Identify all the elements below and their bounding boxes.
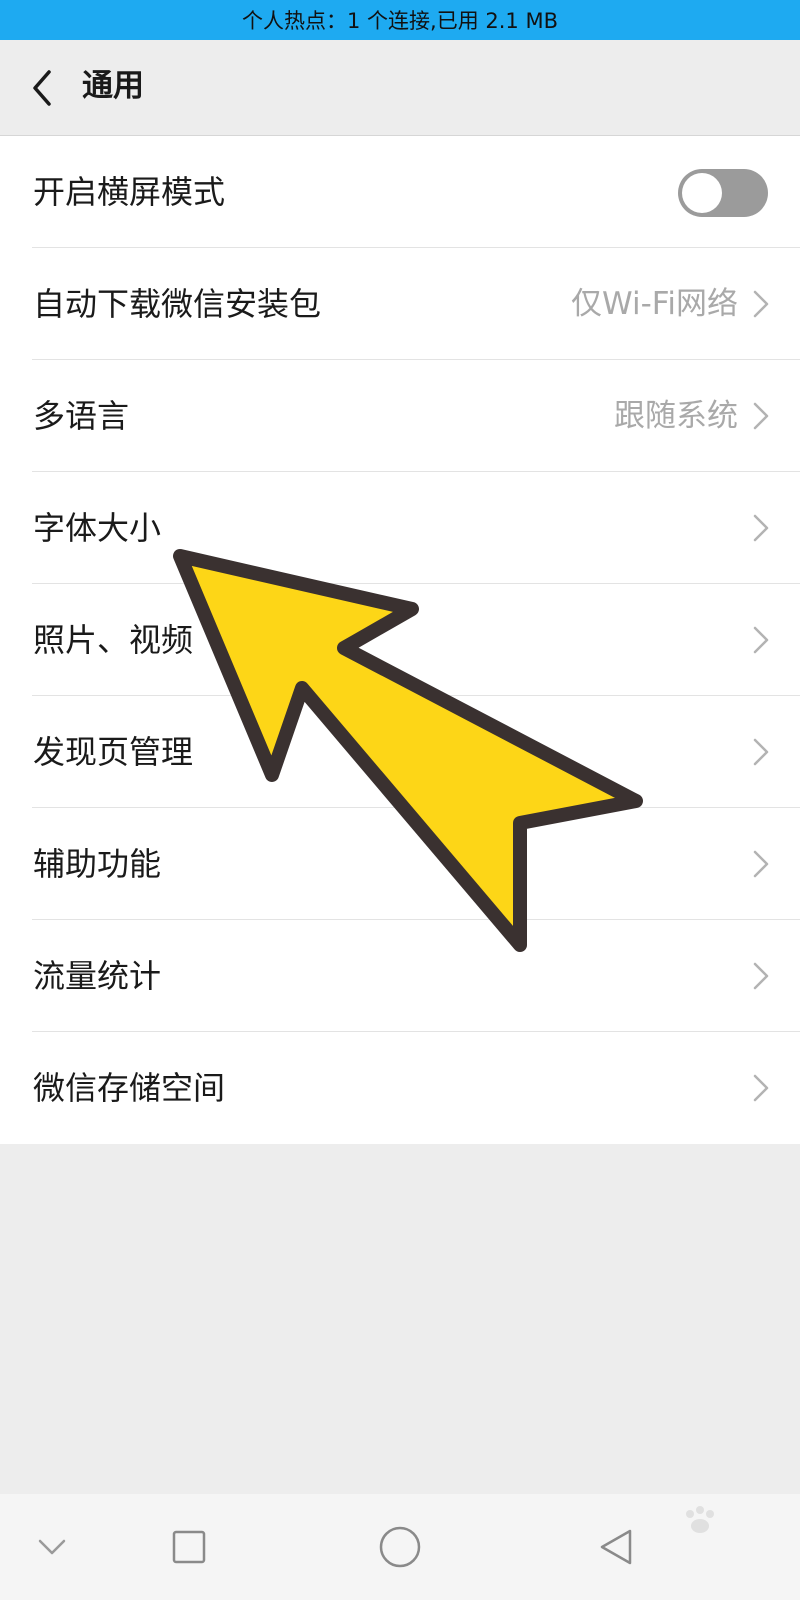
status-bar: 个人热点：1 个连接,已用 2.1 MB <box>0 0 800 40</box>
setting-label: 流量统计 <box>33 957 162 995</box>
setting-row-landscape: 开启横屏模式 <box>0 136 800 248</box>
chevron-right-icon <box>753 626 769 654</box>
setting-row-font-size[interactable]: 字体大小 <box>0 472 800 584</box>
setting-row-language[interactable]: 多语言 跟随系统 <box>0 360 800 472</box>
header: 通用 <box>0 40 800 136</box>
setting-row-auto-download[interactable]: 自动下载微信安装包 仅Wi-Fi网络 <box>0 248 800 360</box>
setting-row-photos-videos[interactable]: 照片、视频 <box>0 584 800 696</box>
status-bar-text: 个人热点：1 个连接,已用 2.1 MB <box>242 9 558 33</box>
setting-label: 开启横屏模式 <box>33 173 226 211</box>
setting-row-storage[interactable]: 微信存储空间 <box>0 1032 800 1144</box>
setting-label: 自动下载微信安装包 <box>33 285 322 323</box>
setting-value: 仅Wi-Fi网络 <box>571 286 738 322</box>
setting-row-accessibility[interactable]: 辅助功能 <box>0 808 800 920</box>
circle-icon <box>379 1526 421 1568</box>
back-button[interactable] <box>22 64 62 112</box>
baidu-jingyan-logo-icon <box>686 1506 714 1533</box>
chevron-left-icon <box>33 70 51 106</box>
setting-row-data-usage[interactable]: 流量统计 <box>0 920 800 1032</box>
nav-recents-button[interactable] <box>161 1519 217 1575</box>
settings-list: 开启横屏模式 自动下载微信安装包 仅Wi-Fi网络 多语言 跟随系统 字体大小 … <box>0 136 800 1144</box>
setting-label: 微信存储空间 <box>33 1069 226 1107</box>
chevron-down-icon <box>38 1539 66 1555</box>
page-title: 通用 <box>82 68 144 104</box>
chevron-right-icon <box>753 402 769 430</box>
square-icon <box>172 1530 206 1564</box>
nav-home-button[interactable] <box>372 1519 428 1575</box>
setting-label: 字体大小 <box>33 509 162 547</box>
setting-value: 跟随系统 <box>614 398 738 434</box>
chevron-right-icon <box>753 962 769 990</box>
setting-label: 辅助功能 <box>33 845 162 883</box>
toggle-knob <box>682 173 722 213</box>
chevron-right-icon <box>753 514 769 542</box>
nav-back-button[interactable] <box>588 1519 644 1575</box>
chevron-right-icon <box>753 290 769 318</box>
setting-label: 多语言 <box>33 397 130 435</box>
nav-hide-button[interactable] <box>24 1519 80 1575</box>
setting-label: 发现页管理 <box>33 733 194 771</box>
back-triangle-icon <box>600 1529 632 1565</box>
chevron-right-icon <box>753 738 769 766</box>
chevron-right-icon <box>753 1074 769 1102</box>
setting-row-discover[interactable]: 发现页管理 <box>0 696 800 808</box>
chevron-right-icon <box>753 850 769 878</box>
setting-label: 照片、视频 <box>33 621 194 659</box>
landscape-toggle[interactable] <box>678 169 768 217</box>
